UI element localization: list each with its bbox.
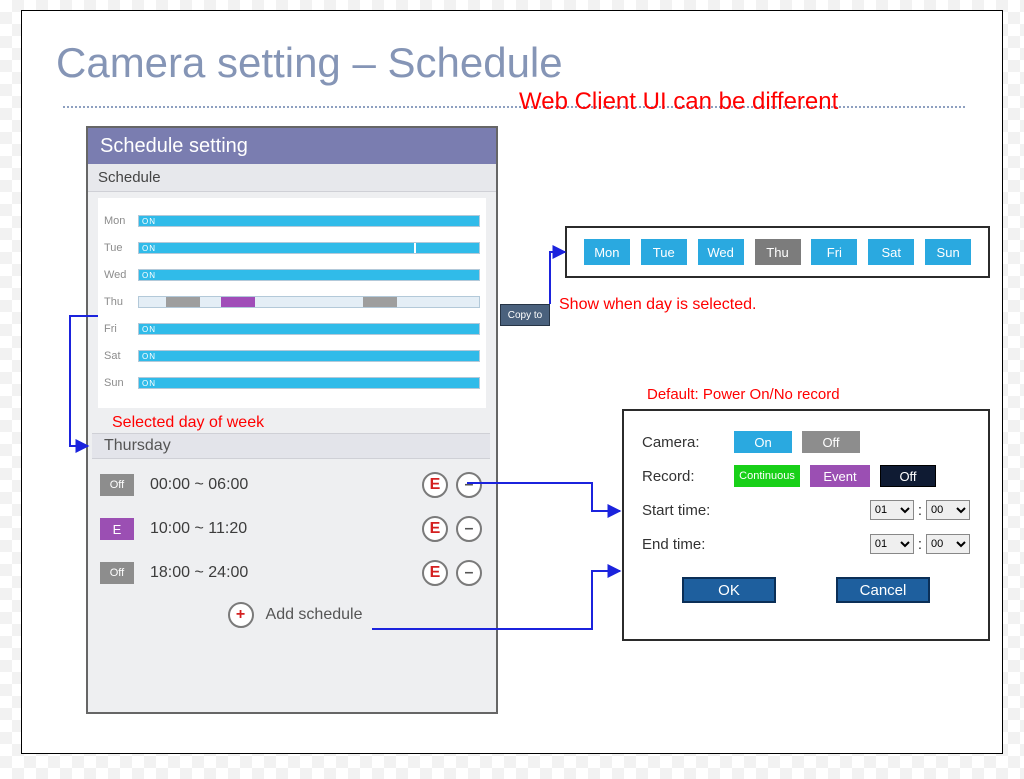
add-schedule-label: Add schedule [266, 606, 363, 624]
copy-day-wed[interactable]: Wed [698, 239, 744, 265]
day-label: Sat [104, 350, 138, 362]
remove-button[interactable]: – [456, 516, 482, 542]
show-when-note: Show when day is selected. [559, 296, 756, 314]
day-track[interactable]: ON [138, 215, 480, 227]
start-time-row: Start time: 01 : 00 [642, 493, 970, 527]
ok-button[interactable]: OK [682, 577, 776, 603]
page-title: Camera setting – Schedule [56, 39, 563, 87]
day-row-fri[interactable]: Fri ON [104, 317, 480, 341]
day-track[interactable] [138, 296, 480, 308]
plus-icon[interactable]: + [228, 602, 254, 628]
cancel-button[interactable]: Cancel [836, 577, 930, 603]
end-hour-select[interactable]: 01 [870, 534, 914, 554]
dialog-actions: OK Cancel [642, 577, 970, 603]
schedule-item: Off 18:00 ~ 24:00 E – [92, 551, 490, 595]
day-row-tue[interactable]: Tue ON [104, 236, 480, 260]
time-range: 18:00 ~ 24:00 [150, 564, 414, 582]
record-event-button[interactable]: Event [810, 465, 870, 487]
camera-label: Camera: [642, 434, 724, 451]
remove-button[interactable]: – [456, 560, 482, 586]
day-row-thu[interactable]: Thu [104, 290, 480, 314]
day-track[interactable]: ON [138, 377, 480, 389]
week-overview: Mon ON Tue ON Wed ON [98, 198, 486, 408]
camera-on-button[interactable]: On [734, 431, 792, 453]
edit-button[interactable]: E [422, 472, 448, 498]
detail-header: Thursday [92, 433, 490, 459]
schedule-panel-header: Schedule setting [88, 128, 496, 164]
time-range: 10:00 ~ 11:20 [150, 520, 414, 538]
day-label: Wed [104, 269, 138, 281]
day-label: Sun [104, 377, 138, 389]
day-label: Mon [104, 215, 138, 227]
day-row-mon[interactable]: Mon ON [104, 209, 480, 233]
slide: Camera setting – Schedule Web Client UI … [21, 10, 1003, 754]
schedule-subheader: Schedule [88, 164, 496, 192]
start-hour-select[interactable]: 01 [870, 500, 914, 520]
day-row-sat[interactable]: Sat ON [104, 344, 480, 368]
mode-chip-off: Off [100, 474, 134, 496]
time-range: 00:00 ~ 06:00 [150, 476, 414, 494]
day-row-wed[interactable]: Wed ON [104, 263, 480, 287]
end-minute-select[interactable]: 00 [926, 534, 970, 554]
day-row-sun[interactable]: Sun ON [104, 371, 480, 395]
mode-chip-event: E [100, 518, 134, 540]
copy-day-sun[interactable]: Sun [925, 239, 971, 265]
record-row: Record: Continuous Event Off [642, 459, 970, 493]
day-track[interactable]: ON [138, 350, 480, 362]
copy-to-strip: Mon Tue Wed Thu Fri Sat Sun [565, 226, 990, 278]
edit-button[interactable]: E [422, 560, 448, 586]
schedule-item: E 10:00 ~ 11:20 E – [92, 507, 490, 551]
selected-day-note: Selected day of week [112, 414, 264, 432]
warning-note: Web Client UI can be different [519, 86, 899, 118]
edit-button[interactable]: E [422, 516, 448, 542]
copy-day-mon[interactable]: Mon [584, 239, 630, 265]
day-track[interactable]: ON [138, 242, 480, 254]
mode-chip-off: Off [100, 562, 134, 584]
start-minute-select[interactable]: 00 [926, 500, 970, 520]
edit-dialog: Camera: On Off Record: Continuous Event … [622, 409, 990, 641]
add-schedule-row[interactable]: + Add schedule [92, 595, 490, 635]
day-label: Tue [104, 242, 138, 254]
copy-day-sat[interactable]: Sat [868, 239, 914, 265]
remove-button[interactable]: – [456, 472, 482, 498]
end-time-label: End time: [642, 536, 752, 553]
schedule-item: Off 00:00 ~ 06:00 E – [92, 463, 490, 507]
day-label: Thu [104, 296, 138, 308]
camera-off-button[interactable]: Off [802, 431, 860, 453]
copy-to-button[interactable]: Copy to [500, 304, 550, 326]
record-continuous-button[interactable]: Continuous [734, 465, 800, 487]
copy-day-thu[interactable]: Thu [755, 239, 801, 265]
end-time-row: End time: 01 : 00 [642, 527, 970, 561]
copy-day-fri[interactable]: Fri [811, 239, 857, 265]
start-time-label: Start time: [642, 502, 752, 519]
default-note: Default: Power On/No record [647, 386, 840, 403]
day-label: Fri [104, 323, 138, 335]
camera-row: Camera: On Off [642, 425, 970, 459]
detail-list: Off 00:00 ~ 06:00 E – E 10:00 ~ 11:20 E … [92, 463, 490, 635]
copy-day-tue[interactable]: Tue [641, 239, 687, 265]
day-track[interactable]: ON [138, 323, 480, 335]
day-track[interactable]: ON [138, 269, 480, 281]
record-label: Record: [642, 468, 724, 485]
record-off-button[interactable]: Off [880, 465, 936, 487]
